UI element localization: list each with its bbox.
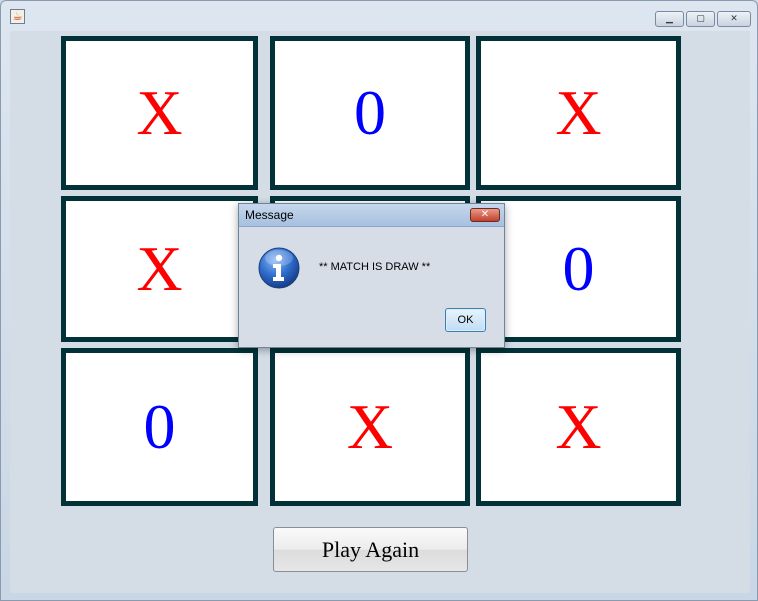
cell-mark: X bbox=[555, 77, 602, 148]
cell-mark: 0 bbox=[354, 77, 386, 148]
board-cell-7[interactable]: 0 bbox=[61, 348, 258, 506]
dialog-close-button[interactable]: ✕ bbox=[470, 208, 500, 222]
board-cell-8[interactable]: X bbox=[270, 348, 470, 506]
ok-button[interactable]: OK bbox=[445, 308, 486, 332]
maximize-icon: ▢ bbox=[696, 14, 705, 24]
cell-mark: X bbox=[346, 391, 394, 462]
close-button[interactable]: ✕ bbox=[717, 11, 751, 27]
dialog-title-bar[interactable]: Message ✕ bbox=[239, 204, 504, 227]
dialog-message: ** MATCH IS DRAW ** bbox=[319, 261, 431, 273]
java-cup-icon: ☕ bbox=[10, 9, 25, 24]
minimize-icon: ▁ bbox=[666, 14, 673, 24]
title-bar[interactable]: ☕ ▁ ▢ ✕ bbox=[1, 1, 757, 29]
board-cell-4[interactable]: X bbox=[61, 196, 258, 342]
board-cell-3[interactable]: X bbox=[476, 36, 681, 190]
info-icon bbox=[258, 247, 300, 289]
message-dialog: Message ✕ ** MATCH IS DRAW ** OK bbox=[238, 203, 505, 348]
cell-mark: 0 bbox=[143, 391, 176, 462]
cell-mark: X bbox=[136, 77, 183, 148]
board-cell-9[interactable]: X bbox=[476, 348, 681, 506]
maximize-button[interactable]: ▢ bbox=[686, 11, 715, 27]
minimize-button[interactable]: ▁ bbox=[655, 11, 684, 27]
window-controls: ▁ ▢ ✕ bbox=[655, 11, 751, 27]
board-cell-2[interactable]: 0 bbox=[270, 36, 470, 190]
board-cell-6[interactable]: 0 bbox=[476, 196, 681, 342]
cell-mark: 0 bbox=[562, 233, 595, 304]
dialog-body: ** MATCH IS DRAW ** OK bbox=[239, 227, 504, 347]
cell-mark: X bbox=[555, 391, 602, 462]
close-icon: ✕ bbox=[480, 209, 490, 220]
close-icon: ✕ bbox=[730, 14, 738, 24]
play-again-button[interactable]: Play Again bbox=[273, 527, 468, 572]
dialog-title: Message bbox=[245, 208, 294, 222]
cell-mark: X bbox=[136, 233, 183, 304]
board-cell-1[interactable]: X bbox=[61, 36, 258, 190]
